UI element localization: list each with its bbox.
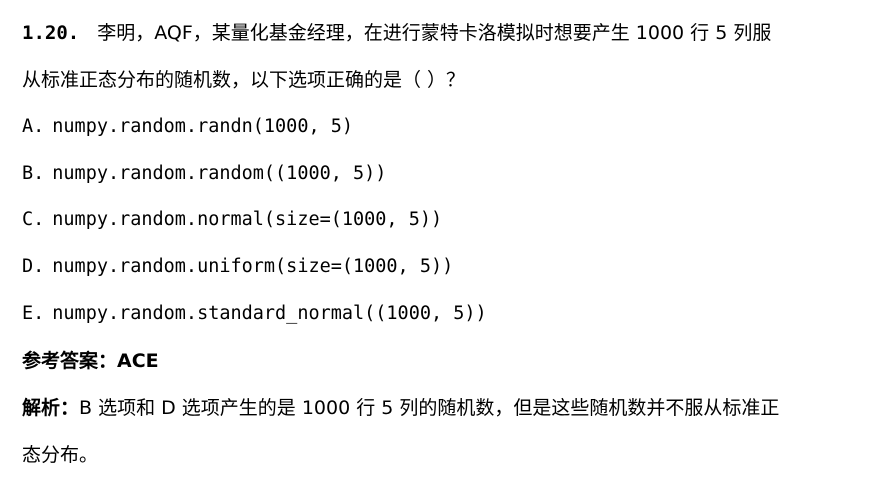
explanation-text-line-1: B 选项和 D 选项产生的是 1000 行 5 列的随机数，但是这些随机数并不服… [79, 397, 780, 419]
option-b-letter: B. [22, 163, 45, 184]
option-a: A. numpy.random.randn(1000, 5) [22, 115, 353, 139]
option-b-code: numpy.random.random((1000, 5)) [52, 163, 387, 184]
option-c-letter: C. [22, 209, 45, 230]
question-number: 1.20. [22, 22, 80, 44]
explanation-text-line-2: 态分布。 [22, 444, 99, 466]
option-a-code: numpy.random.randn(1000, 5) [52, 116, 354, 137]
question-line-2: 从标准正态分布的随机数，以下选项正确的是（ ）？ [22, 68, 465, 92]
question-line-1: 1.20. 李明，AQF，某量化基金经理，在进行蒙特卡洛模拟时想要产生 1000 … [22, 21, 771, 45]
answer-value: ACE [117, 350, 159, 372]
answer-line: 参考答案：ACE [22, 349, 159, 373]
option-c-code: numpy.random.normal(size=(1000, 5)) [52, 209, 443, 230]
option-e-code: numpy.random.standard_normal((1000, 5)) [52, 303, 487, 324]
option-b: B. numpy.random.random((1000, 5)) [22, 162, 386, 186]
option-e: E. numpy.random.standard_normal((1000, 5)… [22, 302, 487, 326]
option-c: C. numpy.random.normal(size=(1000, 5)) [22, 208, 442, 232]
explanation-line-2: 态分布。 [22, 443, 98, 467]
question-text-line-2: 从标准正态分布的随机数，以下选项正确的是（ ）？ [22, 69, 466, 91]
option-d: D. numpy.random.uniform(size=(1000, 5)) [22, 255, 453, 279]
option-a-letter: A. [22, 116, 45, 137]
answer-label: 参考答案： [22, 350, 118, 372]
option-d-code: numpy.random.uniform(size=(1000, 5)) [52, 256, 454, 277]
explanation-line-1: 解析：B 选项和 D 选项产生的是 1000 行 5 列的随机数，但是这些随机数… [22, 396, 779, 420]
explanation-label: 解析： [22, 397, 80, 419]
option-e-letter: E. [22, 303, 45, 324]
question-text-line-1: 李明，AQF，某量化基金经理，在进行蒙特卡洛模拟时想要产生 1000 行 5 列… [97, 22, 772, 44]
option-d-letter: D. [22, 256, 45, 277]
